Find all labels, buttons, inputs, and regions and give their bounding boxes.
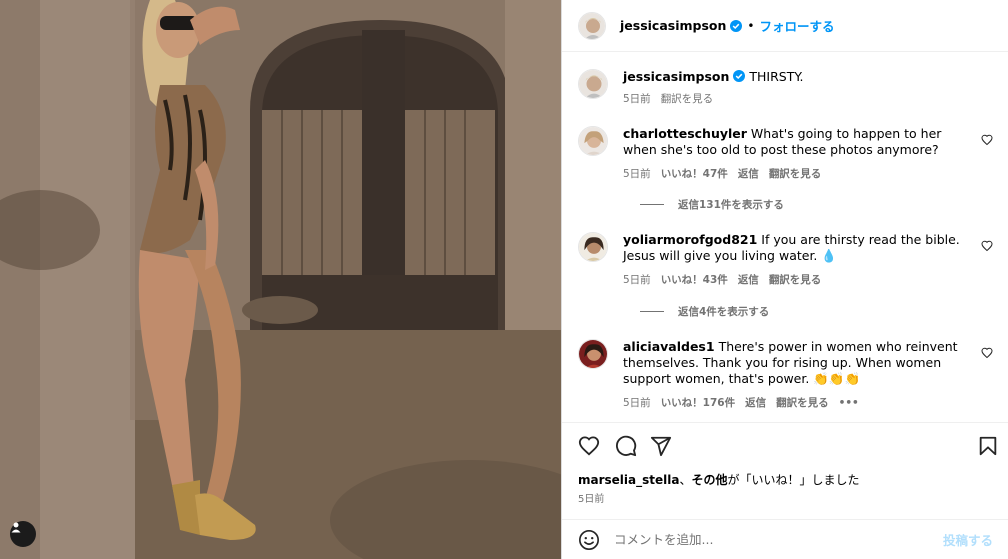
replies-divider (640, 204, 664, 205)
verified-badge-icon (733, 70, 746, 82)
reply-button[interactable]: 返信 (745, 395, 766, 410)
avatar-image (579, 12, 605, 39)
commenter-avatar[interactable] (578, 126, 608, 156)
add-comment-bar: 投稿する (562, 519, 1008, 559)
follow-button[interactable]: フォローする (759, 16, 834, 35)
comment-likes[interactable]: いいね！47件 (661, 166, 728, 181)
more-options-icon[interactable]: ••• (839, 397, 859, 409)
caption-body: jessicasimpson THIRSTY. (623, 69, 978, 85)
comment-body: aliciavaldes1 There's power in women who… (623, 339, 978, 387)
view-replies-button[interactable]: 返信4件を表示する (640, 304, 769, 319)
commenter-avatar[interactable] (578, 232, 608, 262)
caption-text: THIRSTY. (749, 69, 804, 84)
separator-dot: • (747, 18, 755, 33)
post-comment-button[interactable]: 投稿する (943, 530, 993, 549)
photo-illustration (0, 0, 561, 559)
post-details-panel: jessicasimpson • フォローする jessicasimpson T… (561, 0, 1008, 559)
liked-by-line: marselia_stella、その他が「いいね！」しました (578, 471, 860, 488)
reply-button[interactable]: 返信 (738, 166, 759, 181)
heart-icon[interactable] (981, 240, 993, 252)
comment-time[interactable]: 5日前 (623, 166, 651, 181)
author-username[interactable]: jessicasimpson (620, 18, 726, 33)
smiley-icon[interactable] (578, 529, 600, 551)
view-replies-label: 返信131件を表示する (678, 199, 784, 211)
comment-username[interactable]: charlotteschuyler (623, 126, 747, 141)
caption-username[interactable]: jessicasimpson (623, 69, 729, 84)
comment-item: charlotteschuyler What's going to happen… (578, 126, 993, 216)
avatar-image (579, 233, 607, 261)
translate-button[interactable]: 翻訳を見る (769, 272, 822, 287)
post-date[interactable]: 5日前 (578, 490, 604, 505)
avatar-image (579, 70, 607, 98)
caption-meta: 5日前 翻訳を見る (623, 91, 713, 106)
bookmark-icon[interactable] (977, 435, 999, 457)
comment-likes[interactable]: いいね！43件 (661, 272, 728, 287)
comment-item: aliciavaldes1 There's power in women who… (578, 339, 993, 419)
view-replies-label: 返信4件を表示する (678, 306, 770, 318)
caption-avatar[interactable] (578, 69, 608, 99)
paper-plane-icon[interactable] (650, 435, 672, 457)
comment-likes[interactable]: いいね！176件 (661, 395, 735, 410)
comment-meta: 5日前 いいね！43件 返信 翻訳を見る (623, 272, 821, 287)
comment-time[interactable]: 5日前 (623, 395, 651, 410)
reply-button[interactable]: 返信 (738, 272, 759, 287)
heart-icon[interactable] (981, 134, 993, 146)
liked-by-user[interactable]: marselia_stella (578, 473, 679, 487)
heart-icon[interactable] (981, 347, 993, 359)
comments-list[interactable]: jessicasimpson THIRSTY. 5日前 翻訳を見る charlo… (562, 53, 1008, 421)
translate-button[interactable]: 翻訳を見る (769, 166, 822, 181)
commenter-avatar[interactable] (578, 339, 608, 369)
post-photo[interactable] (0, 0, 561, 559)
post-header: jessicasimpson • フォローする (562, 0, 1008, 52)
view-replies-button[interactable]: 返信131件を表示する (640, 197, 784, 212)
translate-button[interactable]: 翻訳を見る (776, 395, 829, 410)
caption-time[interactable]: 5日前 (623, 91, 651, 106)
comment-meta: 5日前 いいね！176件 返信 翻訳を見る ••• (623, 395, 859, 410)
avatar-image (579, 127, 607, 155)
replies-divider (640, 311, 664, 312)
comment-input[interactable] (614, 532, 943, 547)
liked-by-others[interactable]: その他 (691, 473, 727, 487)
comment-body: yoliarmorofgod821 If you are thirsty rea… (623, 232, 978, 264)
comment-time[interactable]: 5日前 (623, 272, 651, 287)
comment-icon[interactable] (615, 435, 637, 457)
heart-icon[interactable] (578, 435, 600, 457)
author-avatar[interactable] (578, 11, 606, 40)
post-viewer: jessicasimpson • フォローする jessicasimpson T… (0, 0, 1008, 559)
person-glyph (11, 522, 21, 533)
comment-username[interactable]: yoliarmorofgod821 (623, 232, 757, 247)
caption: jessicasimpson THIRSTY. 5日前 翻訳を見る (578, 69, 993, 109)
user-tag-icon[interactable] (10, 521, 36, 547)
liked-by-suffix: が「いいね！」しました (727, 473, 860, 487)
avatar-image (579, 340, 607, 368)
liked-by-separator: 、 (679, 473, 692, 487)
comment-username[interactable]: aliciavaldes1 (623, 339, 715, 354)
action-bar (578, 435, 997, 459)
comment-item: yoliarmorofgod821 If you are thirsty rea… (578, 232, 993, 322)
comment-body: charlotteschuyler What's going to happen… (623, 126, 978, 158)
caption-translate[interactable]: 翻訳を見る (661, 91, 714, 106)
comment-meta: 5日前 いいね！47件 返信 翻訳を見る (623, 166, 821, 181)
verified-badge-icon (730, 19, 743, 32)
